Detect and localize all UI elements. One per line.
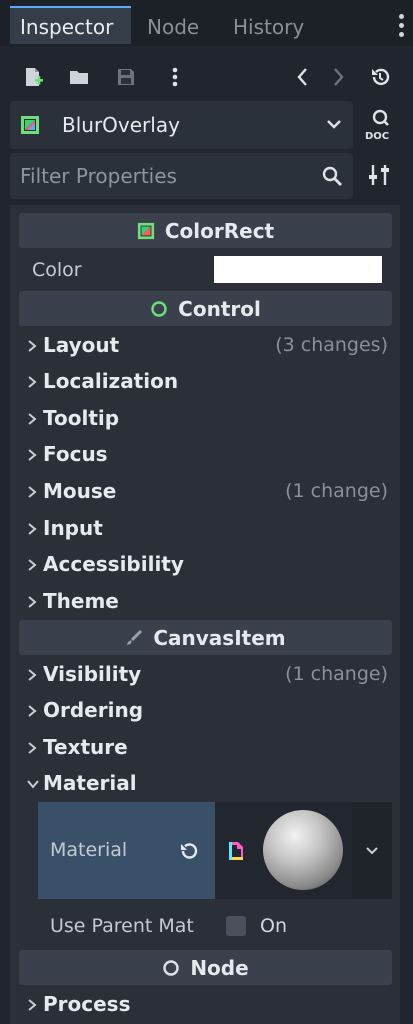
group-tooltip[interactable]: Tooltip [19,401,392,437]
history-back-icon[interactable] [290,64,316,90]
dock-tab-bar: Inspector Node History [0,0,413,46]
open-documentation-icon[interactable]: DOC [363,108,397,142]
section-title: Control [178,296,261,321]
chevron-right-icon [28,705,37,717]
chevron-down-icon [366,847,378,855]
chevron-right-icon [28,669,37,681]
group-theme[interactable]: Theme [19,584,392,620]
open-folder-icon[interactable] [66,64,92,90]
more-options-icon[interactable] [162,64,188,90]
section-title: ColorRect [164,218,275,243]
group-texture[interactable]: Texture [19,730,392,766]
control-circle-icon [151,300,167,317]
group-focus[interactable]: Focus [19,437,392,473]
chevron-right-icon [28,742,37,754]
tab-inspector[interactable]: Inspector [10,6,131,44]
node-circle-icon [163,959,180,976]
section-canvasitem: CanvasItem [19,620,392,655]
property-tools-icon[interactable] [366,162,392,188]
property-label: Use Parent Mat [50,915,194,937]
material-preview-sphere [263,810,343,890]
group-process[interactable]: Process [19,987,392,1023]
group-material[interactable]: Material [19,766,392,802]
brush-icon [127,629,143,645]
chevron-down-icon [27,780,39,789]
chevron-right-icon [28,413,37,425]
chevron-down-icon [327,120,341,129]
section-control: Control [19,291,392,326]
filter-placeholder: Filter Properties [20,164,177,188]
object-name: BlurOverlay [62,113,180,137]
colorrect-icon [137,222,154,239]
chevron-right-icon [28,523,37,535]
section-title: Node [190,955,249,980]
group-input[interactable]: Input [19,511,392,547]
chevron-right-icon [28,486,37,498]
property-label: Color [32,259,82,281]
section-title: CanvasItem [153,625,286,650]
history-forward-icon[interactable] [325,64,351,90]
new-resource-icon[interactable] [20,64,46,90]
search-icon [322,166,342,186]
chevron-right-icon [28,559,37,571]
chevron-right-icon [28,999,37,1011]
group-ordering[interactable]: Ordering [19,693,392,729]
section-colorrect: ColorRect [19,213,392,248]
chevron-right-icon [28,340,37,352]
material-label-cell: Material [38,802,215,899]
shader-material-icon [229,842,243,860]
section-node: Node [19,950,392,985]
revert-icon[interactable] [178,840,200,862]
group-accessibility[interactable]: Accessibility [19,547,392,583]
svg-text:DOC: DOC [365,131,389,142]
material-resource-picker[interactable] [215,802,352,899]
color-picker-button[interactable] [214,256,382,283]
property-material: Material [38,802,392,899]
filter-properties-field[interactable]: Filter Properties [10,153,353,199]
group-visibility[interactable]: Visibility (1 change) [19,657,392,693]
recent-history-icon[interactable] [367,64,393,90]
property-color: Color [19,252,392,288]
chevron-right-icon [28,376,37,388]
use-parent-material-checkbox[interactable] [226,916,246,936]
chevron-right-icon [28,449,37,461]
property-use-parent-material: Use Parent Mat On [38,907,392,947]
checkbox-label: On [260,915,287,937]
tab-node[interactable]: Node [147,8,199,46]
colorrect-icon [21,116,39,134]
tab-history[interactable]: History [233,8,304,46]
dock-menu-icon[interactable] [399,14,405,41]
material-dropdown-button[interactable] [352,802,392,899]
chevron-right-icon [28,596,37,608]
group-mouse[interactable]: Mouse (1 change) [19,474,392,510]
property-label: Material [50,839,128,861]
object-selector[interactable]: BlurOverlay [10,101,353,149]
save-icon[interactable] [113,64,139,90]
group-layout[interactable]: Layout (3 changes) [19,328,392,364]
group-localization[interactable]: Localization [19,364,392,400]
